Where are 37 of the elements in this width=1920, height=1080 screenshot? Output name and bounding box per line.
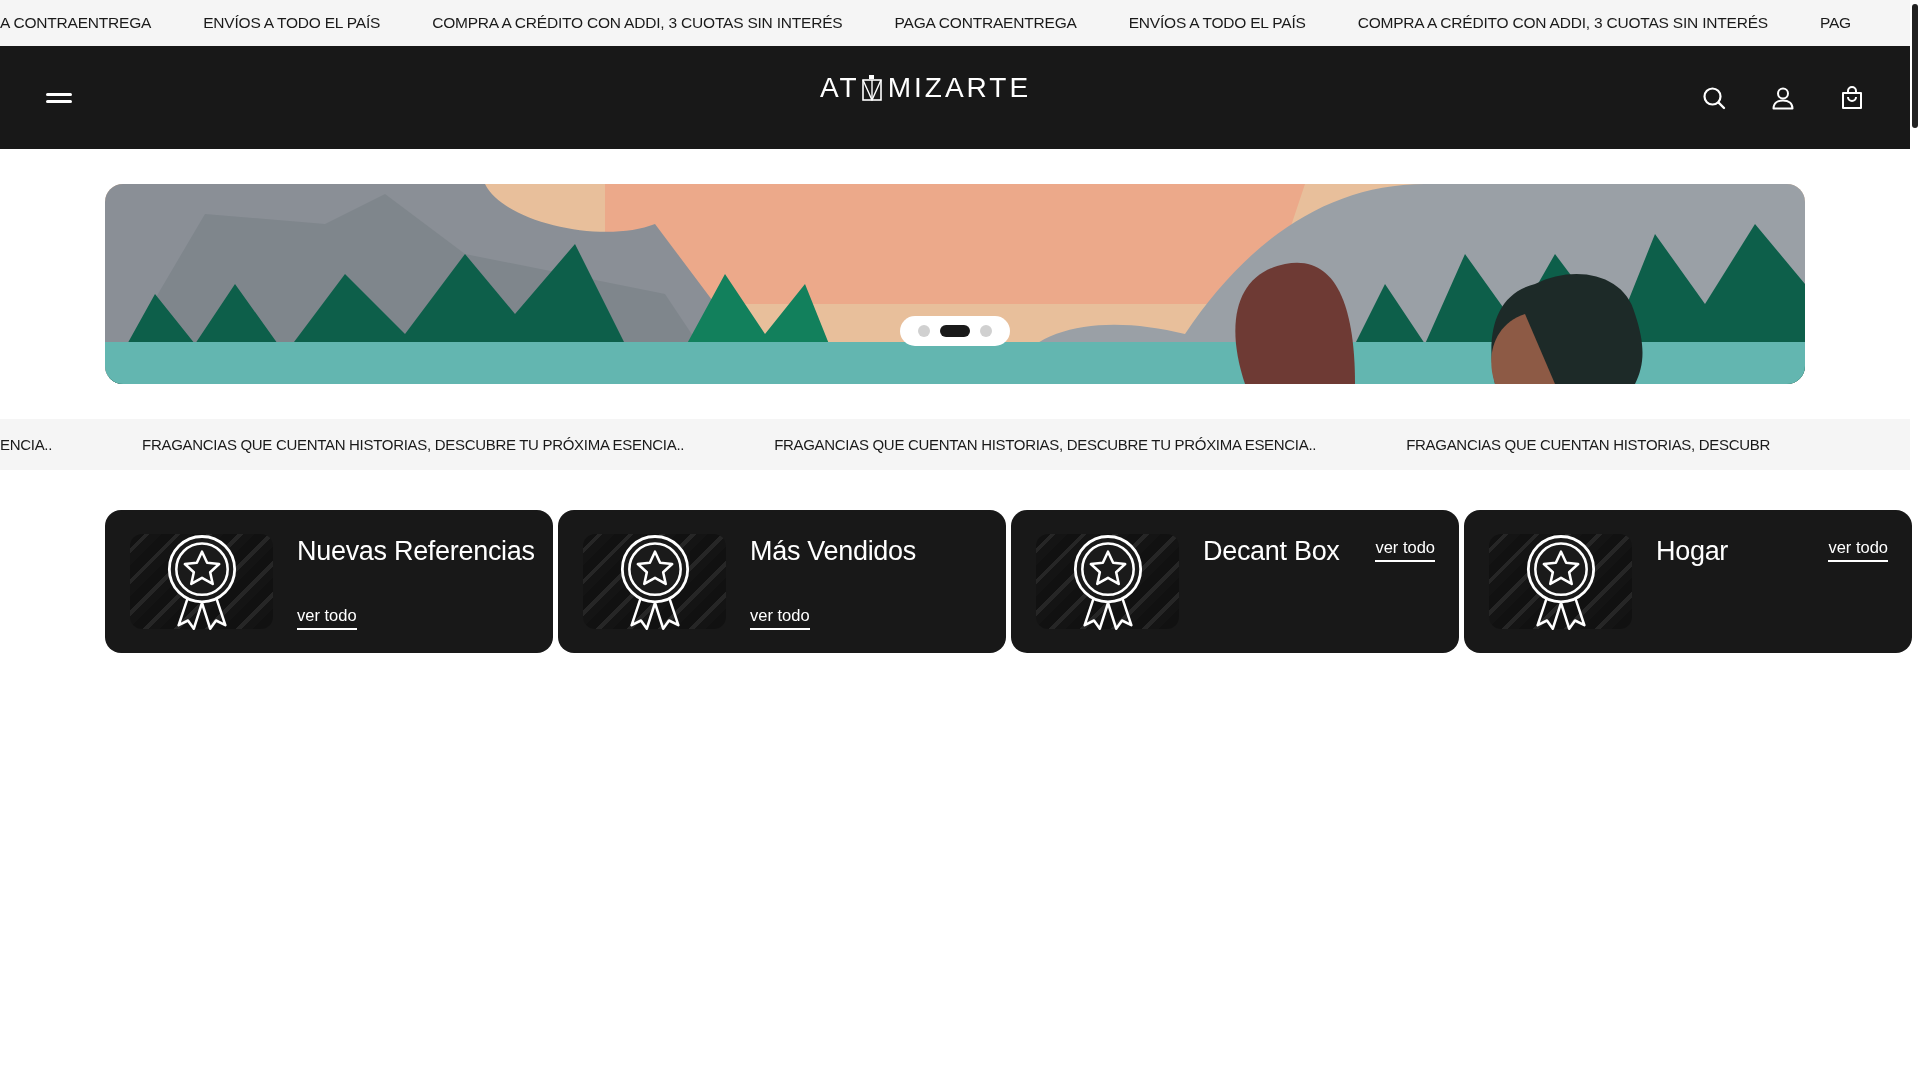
view-all-link[interactable]: ver todo xyxy=(1828,538,1888,562)
view-all-link[interactable]: ver todo xyxy=(297,606,357,630)
announcement-text: A CONTRAENTREGA xyxy=(0,14,152,32)
logo-text[interactable]: MIZARTE xyxy=(887,74,1032,102)
collection-card[interactable]: Más Vendidos ver todo xyxy=(558,510,1006,653)
scrollbar[interactable] xyxy=(1912,4,1918,128)
perfume-bottle-icon[interactable] xyxy=(861,75,882,101)
award-ribbon-icon xyxy=(166,534,237,630)
search-icon[interactable] xyxy=(1702,85,1726,110)
slide-dot[interactable] xyxy=(918,325,930,337)
collection-title: Hogar xyxy=(1656,535,1729,568)
ticker-text: FRAGANCIAS QUE CUENTAN HISTORIAS, DESCUBRE TU PRÓXIMA ESENCIA.. xyxy=(142,436,685,453)
collection-title: Más Vendidos xyxy=(750,535,917,568)
collection-title: Decant Box xyxy=(1203,535,1340,568)
award-ribbon-icon xyxy=(1072,534,1143,630)
ticker-text: ENCIA.. xyxy=(0,436,53,453)
announcement-text: COMPRA A CRÉDITO CON ADDI, 3 CUOTAS SIN INTERÉS xyxy=(1357,14,1768,32)
collection-card[interactable]: Decant Box ver todo xyxy=(1011,510,1459,653)
announcement-text: PAG xyxy=(1820,14,1851,32)
ticker-text: FRAGANCIAS QUE CUENTAN HISTORIAS, DESCUBRE TU PRÓXIMA ESENCIA.. xyxy=(774,436,1317,453)
slide-dot[interactable] xyxy=(980,325,992,337)
announcement-text: ENVÍOS A TODO EL PAÍS xyxy=(1128,14,1306,32)
announcement-text: ENVÍOS A TODO EL PAÍS xyxy=(203,14,381,32)
collection-title: Nuevas Referencias xyxy=(297,535,535,568)
collection-card[interactable]: Nuevas Referencias ver todo xyxy=(105,510,553,653)
announcement-text: COMPRA A CRÉDITO CON ADDI, 3 CUOTAS SIN INTERÉS xyxy=(432,14,843,32)
view-all-link[interactable]: ver todo xyxy=(750,606,810,630)
ticker-text: FRAGANCIAS QUE CUENTAN HISTORIAS, DESCUBR xyxy=(1406,436,1771,453)
collection-card[interactable]: Hogar ver todo xyxy=(1464,510,1912,653)
shopping-bag-icon[interactable] xyxy=(1840,85,1864,110)
logo-text[interactable]: AT xyxy=(820,74,860,102)
view-all-link[interactable]: ver todo xyxy=(1375,538,1435,562)
user-icon[interactable] xyxy=(1771,85,1795,110)
announcement-text: PAGA CONTRAENTREGA xyxy=(894,14,1077,32)
award-ribbon-icon xyxy=(619,534,690,630)
menu-icon[interactable] xyxy=(46,92,72,103)
award-ribbon-icon xyxy=(1525,534,1596,630)
